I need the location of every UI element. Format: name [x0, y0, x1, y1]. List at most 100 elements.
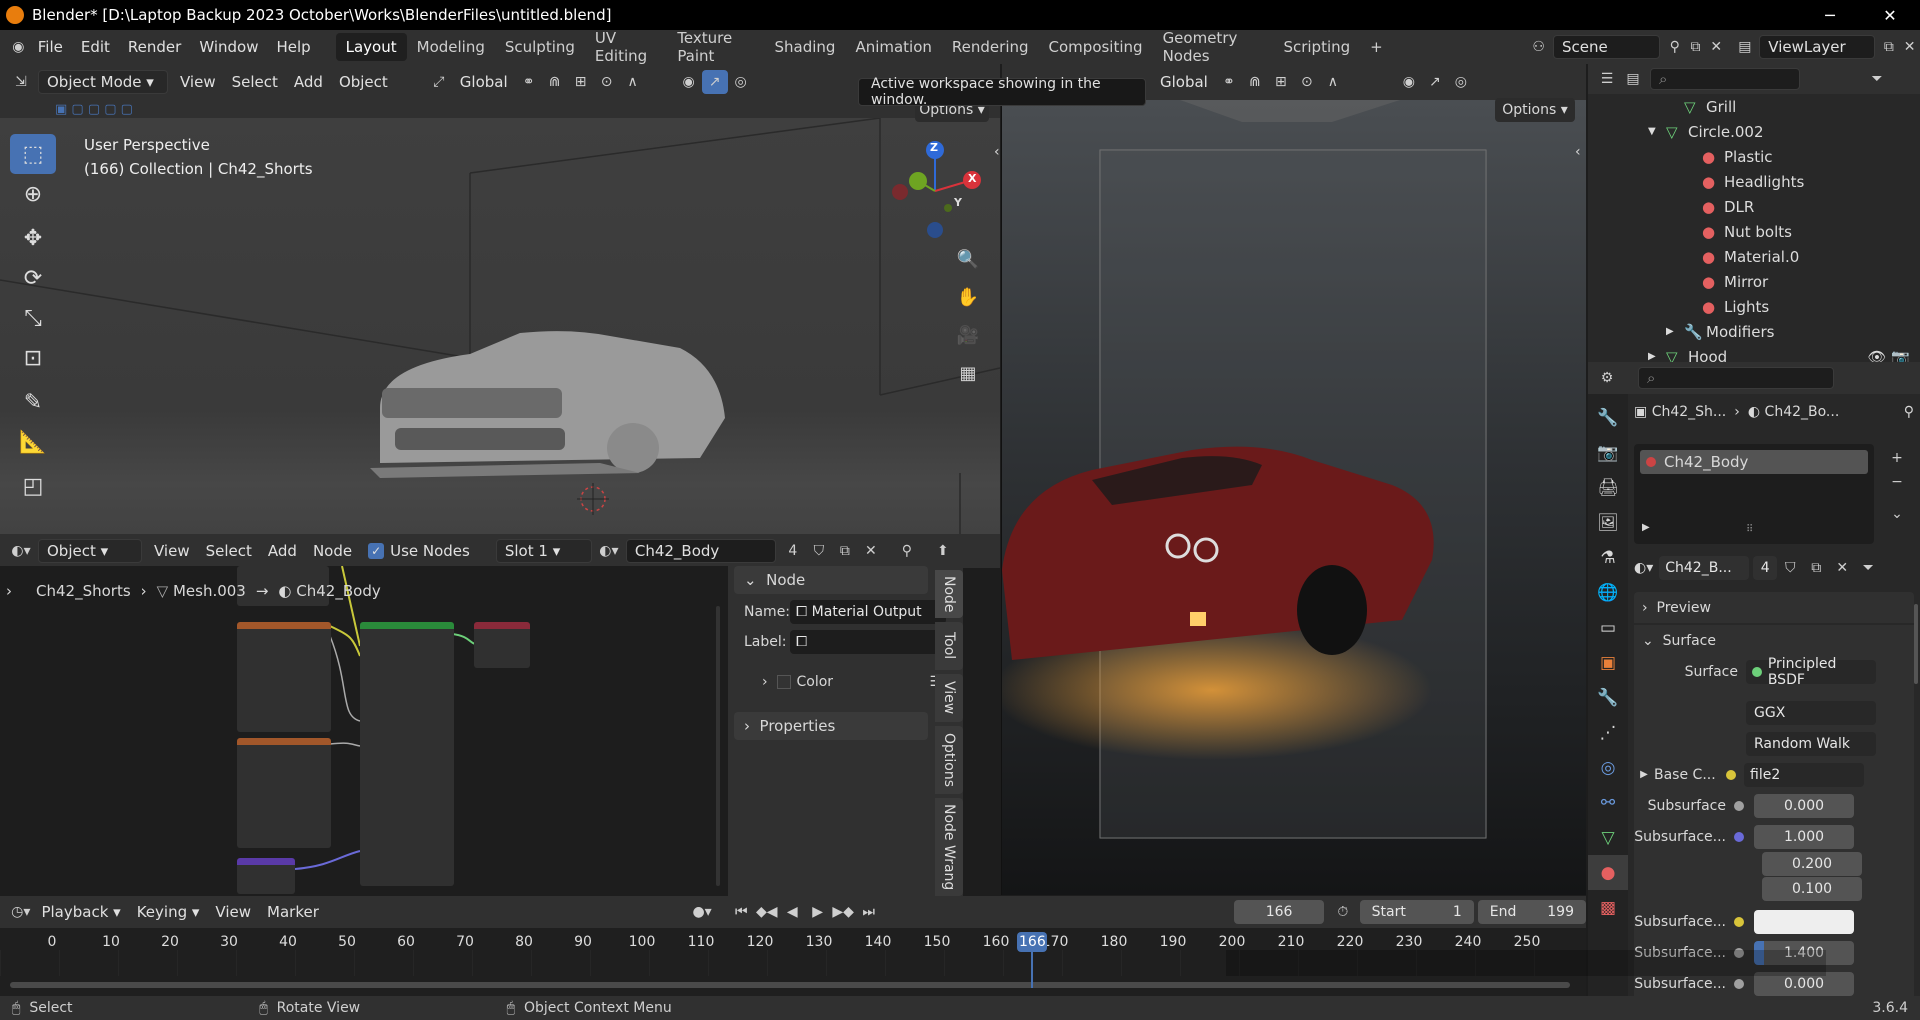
shader-type-dropdown[interactable]: Object ▾ [38, 539, 142, 563]
play-reverse-icon[interactable]: ◀ [779, 900, 804, 924]
end-frame-field[interactable]: End 199 [1477, 900, 1586, 924]
move-tool[interactable]: ✥ [10, 218, 56, 258]
tab-node[interactable]: Node [935, 570, 963, 618]
node-editor-scrollbar[interactable] [716, 606, 720, 886]
editor-type-icon[interactable]: ⇲ [8, 70, 34, 94]
image-texture-node-2[interactable] [237, 738, 331, 848]
node-unlink-icon[interactable]: ✕ [858, 539, 884, 563]
delete-scene-icon[interactable]: ✕ [1706, 35, 1727, 59]
render-tab-icon[interactable]: 📷 [1588, 435, 1628, 470]
proportional-edit-icon[interactable]: ⊙ [594, 70, 620, 94]
close-button[interactable]: ✕ [1860, 0, 1920, 30]
node-menu-view[interactable]: View [146, 539, 198, 563]
render-orientation-dropdown[interactable]: Global [1152, 70, 1216, 94]
output-tab-icon[interactable]: 🖨 [1588, 470, 1628, 505]
tab-scripting[interactable]: Scripting [1273, 33, 1360, 61]
menu-select[interactable]: Select [224, 70, 286, 94]
transform-orientation-icon[interactable]: ⤢ [426, 70, 452, 94]
outliner-row[interactable]: ▶ 🔧 Modifiers [1588, 319, 1920, 344]
jump-start-icon[interactable]: ⏮ [729, 900, 754, 924]
new-scene-icon[interactable]: ⧉ [1685, 35, 1706, 59]
texture-tab-icon[interactable]: ▩ [1588, 890, 1628, 925]
selection-mode-icons[interactable]: ▣ ▢ ▢ ▢ ▢ [55, 102, 175, 118]
tab-modeling[interactable]: Modeling [407, 33, 495, 61]
pan-hand-icon[interactable]: ✋ [955, 278, 981, 316]
menu-view[interactable]: View [172, 70, 224, 94]
properties-search[interactable]: ⌕ [1638, 367, 1834, 389]
ortho-grid-icon[interactable]: ▦ [955, 354, 981, 392]
render-proportional-icon[interactable]: ⊙ [1294, 70, 1320, 94]
material-tab-icon[interactable]: ● [1588, 855, 1628, 890]
jump-keyframe-back-icon[interactable]: ◆◀ [754, 900, 779, 924]
record-icon[interactable]: ●▾ [689, 900, 714, 924]
node-pin-icon[interactable]: ⚲ [894, 539, 920, 563]
object-tab-icon[interactable]: ▣ [1588, 645, 1628, 680]
add-workspace-button[interactable]: + [1360, 33, 1393, 61]
menu-file[interactable]: File [29, 30, 72, 64]
surface-panel-header[interactable]: ⌄ Surface [1634, 625, 1914, 656]
start-frame-field[interactable]: Start 1 [1359, 900, 1474, 924]
properties-editor-type-icon[interactable]: ⚙ [1594, 366, 1620, 390]
expand-arrow-icon[interactable]: ▶ [1648, 351, 1666, 362]
add-slot-button[interactable]: + [1884, 446, 1910, 470]
node-material-browse-icon[interactable]: ◐▾ [596, 539, 622, 563]
cursor-tool[interactable]: ⊕ [10, 174, 56, 214]
material-link-icon[interactable]: ⏷ [1855, 556, 1881, 580]
tab-rendering[interactable]: Rendering [942, 33, 1039, 61]
tab-tool[interactable]: Tool [935, 622, 963, 670]
slot-dropdown[interactable]: Slot 1 ▾ [495, 539, 592, 563]
visibility-icon[interactable]: ◉ [676, 70, 702, 94]
timeline-editor-type-icon[interactable]: ◷▾ [8, 900, 33, 924]
timeline-track[interactable]: 0 10 20 30 40 50 60 70 80 90 100 110 120 130 140 150 160… [0, 928, 1827, 996]
node-menu-select[interactable]: Select [198, 539, 260, 563]
node-fake-user-icon[interactable]: ⛉ [806, 539, 832, 563]
render-gizmo-icon[interactable]: ↗ [1422, 70, 1448, 94]
camera-render-view[interactable] [1002, 100, 1586, 895]
outliner-row[interactable]: ● Headlights [1588, 169, 1920, 194]
select-box-tool[interactable]: ⬚ [10, 134, 56, 174]
menu-edit[interactable]: Edit [72, 30, 119, 64]
parent-tree-icon[interactable]: ⬆ [930, 539, 956, 563]
pin-icon[interactable]: ⚲ [1664, 35, 1685, 59]
node-menu-add[interactable]: Add [260, 539, 305, 563]
constraints-tab-icon[interactable]: ⚯ [1588, 785, 1628, 820]
material-slot-item[interactable]: Ch42_Body [1640, 450, 1868, 474]
tab-sculpting[interactable]: Sculpting [495, 33, 585, 61]
radius-z-field[interactable]: 0.100 [1762, 877, 1862, 901]
expand-arrow-icon[interactable]: ▼ [1648, 126, 1666, 137]
subsurface-field[interactable]: 0.000 [1754, 793, 1854, 818]
tab-animation[interactable]: Animation [845, 33, 941, 61]
material-name-field[interactable]: Ch42_B... [1659, 555, 1750, 580]
use-nodes-checkbox[interactable]: ✓ Use Nodes [360, 539, 478, 563]
color-checkbox[interactable] [776, 674, 791, 689]
remove-slot-button[interactable]: − [1884, 470, 1910, 494]
jump-end-icon[interactable]: ⏭ [856, 900, 881, 924]
render-snap-icon[interactable]: ⋒ [1242, 70, 1268, 94]
outliner-row[interactable]: ● DLR [1588, 194, 1920, 219]
stopwatch-icon[interactable]: ⏱ [1330, 900, 1355, 924]
particles-tab-icon[interactable]: ⋰ [1588, 715, 1628, 750]
mode-dropdown[interactable]: Object Mode ▾ [38, 70, 168, 94]
marker-menu[interactable]: Marker [259, 900, 327, 924]
breadcrumb-expand-icon[interactable]: › [6, 582, 12, 600]
blender-menu-icon[interactable]: ◉ [8, 35, 29, 59]
physics-tab-icon[interactable]: ◎ [1588, 750, 1628, 785]
menu-help[interactable]: Help [267, 30, 319, 64]
surface-shader-field[interactable]: Principled BSDF [1746, 656, 1876, 688]
render-options-button[interactable]: Options ▾ [1495, 98, 1575, 122]
add-cube-tool[interactable]: ◰ [10, 466, 56, 506]
world-tab-icon[interactable]: 🌐 [1588, 575, 1628, 610]
pivot-icon[interactable]: ⚭ [516, 70, 542, 94]
node-duplicate-icon[interactable]: ⧉ [832, 539, 858, 563]
tab-geometry-nodes[interactable]: Geometry Nodes [1153, 29, 1274, 65]
timeline-scrollbar[interactable] [10, 982, 1570, 988]
normal-map-node[interactable] [237, 858, 295, 894]
outliner-row[interactable]: ● Lights [1588, 294, 1920, 319]
render-snap-target-icon[interactable]: ⊞ [1268, 70, 1294, 94]
camera-icon[interactable]: 🎥 [955, 316, 981, 354]
current-frame-field[interactable]: 166 [1234, 900, 1325, 924]
outliner-row[interactable]: ● Material.0 [1588, 244, 1920, 269]
viewport-sidebar-toggle-icon[interactable]: ‹ [994, 144, 1000, 160]
node-material-field[interactable]: Ch42_Body [625, 539, 776, 563]
fake-user-icon[interactable]: ⛉ [1777, 556, 1803, 580]
